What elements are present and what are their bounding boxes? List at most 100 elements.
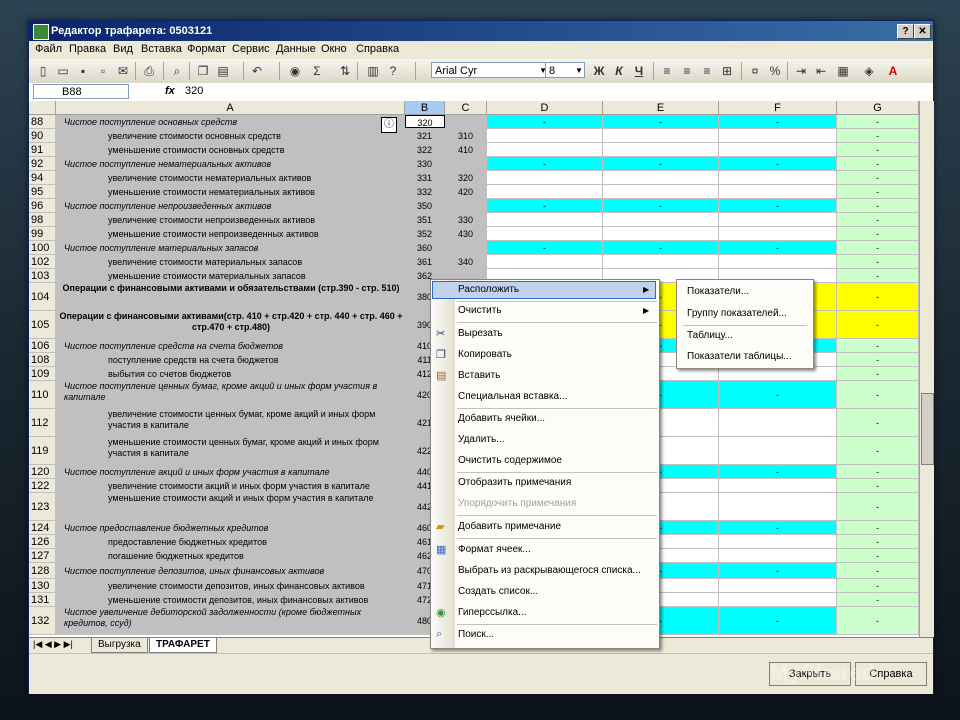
cell-f[interactable]	[719, 479, 837, 492]
cell-f[interactable]	[719, 579, 837, 592]
cell-d[interactable]	[487, 171, 603, 184]
vertical-scrollbar[interactable]	[919, 101, 934, 637]
percent-icon[interactable]: %	[767, 63, 783, 79]
cell-a[interactable]: Чистое поступление непроизведенных актив…	[56, 199, 405, 212]
cell-g[interactable]: -	[837, 199, 919, 212]
cell-g[interactable]: -	[837, 521, 919, 534]
menu-file[interactable]: Файл	[35, 43, 62, 55]
row-header[interactable]: 103	[29, 269, 56, 282]
cell-g[interactable]: -	[837, 339, 919, 352]
cell-a[interactable]: увеличение стоимости акций и иных форм у…	[56, 479, 405, 492]
cell-g[interactable]: -	[837, 381, 919, 408]
cell-d[interactable]: -	[487, 241, 603, 254]
cell-a[interactable]: уменьшение стоимости нематериальных акти…	[56, 185, 405, 198]
row-header[interactable]: 132	[29, 607, 56, 634]
tab-vygruzka[interactable]: Выгрузка	[91, 638, 148, 653]
menu-item-create-list[interactable]: Создать список...	[458, 586, 538, 597]
column-header-g[interactable]: G	[837, 101, 919, 115]
row-header[interactable]: 100	[29, 241, 56, 254]
menu-edit[interactable]: Правка	[69, 43, 106, 55]
font-name-select[interactable]: Arial Cyr ▼	[431, 62, 549, 78]
row-header[interactable]: 128	[29, 563, 56, 578]
menu-item-copy[interactable]: Копировать	[458, 349, 512, 360]
cell-a[interactable]: увеличение стоимости непроизведенных акт…	[56, 213, 405, 226]
cell-d[interactable]: -	[487, 157, 603, 170]
copy-icon[interactable]: ❐	[195, 63, 211, 79]
cell-f[interactable]	[719, 143, 837, 156]
cell-b[interactable]: 360	[405, 241, 445, 254]
cell-a[interactable]: увеличение стоимости материальных запасо…	[56, 255, 405, 268]
research-icon[interactable]: ⌕	[169, 63, 185, 79]
row-header[interactable]: 96	[29, 199, 56, 212]
fx-icon[interactable]: fx	[165, 85, 175, 97]
cell-g[interactable]: -	[837, 367, 919, 380]
row-header[interactable]: 124	[29, 521, 56, 534]
cell-f[interactable]: -	[719, 607, 837, 634]
cell-b[interactable]: 322	[405, 143, 445, 156]
cell-f[interactable]	[719, 549, 837, 562]
menu-item-clear[interactable]: Очистить	[458, 305, 502, 316]
cell-d[interactable]: -	[487, 115, 603, 128]
menu-item-add-comment[interactable]: Добавить примечание	[458, 521, 561, 532]
align-left-icon[interactable]: ≡	[659, 63, 675, 79]
scroll-thumb[interactable]	[921, 393, 934, 465]
permission-icon[interactable]: ▫	[95, 63, 111, 79]
row-header[interactable]: 110	[29, 381, 56, 408]
cell-a[interactable]: уменьшение стоимости материальных запасо…	[56, 269, 405, 282]
autosum-icon[interactable]: Σ	[309, 63, 325, 79]
cell-a[interactable]: увеличение стоимости ценных бумаг, кроме…	[56, 409, 405, 436]
menu-window[interactable]: Окно	[321, 43, 347, 55]
help-button[interactable]: ?	[897, 24, 914, 39]
menu-item-arrange[interactable]: Расположить	[458, 284, 519, 295]
column-header-a[interactable]: A	[56, 101, 405, 115]
paste-icon[interactable]: ▤	[215, 63, 231, 79]
menu-item-delete[interactable]: Удалить...	[458, 434, 505, 445]
cell-g[interactable]: -	[837, 549, 919, 562]
cell-a[interactable]: уменьшение стоимости акций и иных форм у…	[56, 493, 405, 520]
cell-g[interactable]: -	[837, 437, 919, 464]
row-header[interactable]: 98	[29, 213, 56, 226]
cell-f[interactable]: -	[719, 563, 837, 578]
cell-e[interactable]	[603, 143, 719, 156]
menu-item-format-cells[interactable]: Формат ячеек...	[458, 544, 531, 555]
cell-f[interactable]: -	[719, 115, 837, 128]
cell-g[interactable]: -	[837, 535, 919, 548]
cell-f[interactable]	[719, 493, 837, 520]
cell-a[interactable]: Операции с финансовыми активами и обязат…	[56, 283, 405, 310]
cell-c[interactable]	[445, 157, 487, 170]
menu-item-show-comments[interactable]: Отобразить примечания	[458, 477, 571, 488]
row-header[interactable]: 112	[29, 409, 56, 436]
align-center-icon[interactable]: ≡	[679, 63, 695, 79]
menu-item-paste-special[interactable]: Специальная вставка...	[458, 391, 567, 402]
cell-g[interactable]: -	[837, 353, 919, 366]
cell-e[interactable]	[603, 185, 719, 198]
cell-f[interactable]	[719, 593, 837, 606]
cell-g[interactable]: -	[837, 493, 919, 520]
submenu-item-table-indicators[interactable]: Показатели таблицы...	[687, 351, 792, 362]
cell-g[interactable]: -	[837, 311, 919, 338]
menu-insert[interactable]: Вставка	[141, 43, 182, 55]
cell-a[interactable]: Чистое поступление основных средств	[56, 115, 405, 128]
row-header[interactable]: 95	[29, 185, 56, 198]
cell-c[interactable]: 420	[445, 185, 487, 198]
cell-e[interactable]: -	[603, 241, 719, 254]
cell-b[interactable]: 352	[405, 227, 445, 240]
row-header[interactable]: 126	[29, 535, 56, 548]
font-size-select[interactable]: 8 ▼	[545, 62, 585, 78]
cell-g[interactable]: -	[837, 579, 919, 592]
cell-g[interactable]: -	[837, 255, 919, 268]
cell-a[interactable]: увеличение стоимости депозитов, иных фин…	[56, 579, 405, 592]
cell-e[interactable]: -	[603, 199, 719, 212]
cell-f[interactable]: -	[719, 241, 837, 254]
row-header[interactable]: 104	[29, 283, 56, 310]
cell-f[interactable]	[719, 535, 837, 548]
cell-c[interactable]: 410	[445, 143, 487, 156]
cell-g[interactable]: -	[837, 479, 919, 492]
submenu-item-table[interactable]: Таблицу...	[687, 330, 733, 341]
cell-a[interactable]: уменьшение стоимости основных средств	[56, 143, 405, 156]
cell-c[interactable]: 310	[445, 129, 487, 142]
row-header[interactable]: 120	[29, 465, 56, 478]
cell-g[interactable]: -	[837, 227, 919, 240]
cell-a[interactable]: увеличение стоимости основных средств	[56, 129, 405, 142]
cell-f[interactable]	[719, 185, 837, 198]
